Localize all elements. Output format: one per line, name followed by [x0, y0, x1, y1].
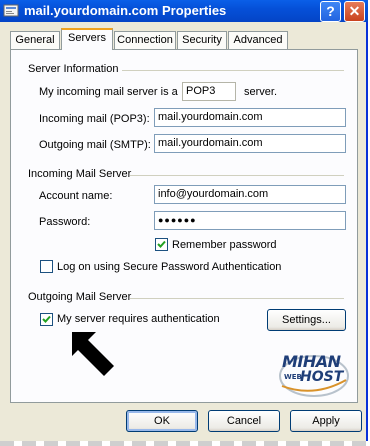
- remember-password-label[interactable]: Remember password: [172, 239, 277, 251]
- tab-advanced[interactable]: Advanced: [228, 31, 288, 49]
- background-window-edge: [0, 441, 368, 446]
- spa-checkbox[interactable]: [40, 260, 53, 273]
- incoming-type-suffix: server.: [244, 86, 278, 98]
- requires-auth-label[interactable]: My server requires authentication: [57, 313, 220, 325]
- tab-servers[interactable]: Servers: [61, 28, 113, 50]
- properties-dialog: mail.yourdomain.com Properties ? ✕ Gener…: [0, 0, 368, 446]
- spa-label[interactable]: Log on using Secure Password Authenticat…: [57, 261, 281, 273]
- server-information-title: Server Information: [28, 63, 119, 75]
- incoming-mail-server-title: Incoming Mail Server: [28, 168, 132, 180]
- outgoing-mail-server-title: Outgoing Mail Server: [28, 291, 132, 303]
- password-label: Password:: [39, 216, 91, 228]
- incoming-type-prefix: My incoming mail server is a: [39, 86, 178, 98]
- group-divider: [122, 70, 344, 71]
- outgoing-mail-label: Outgoing mail (SMTP):: [39, 139, 151, 151]
- account-name-field[interactable]: info@yourdomain.com: [154, 185, 346, 204]
- requires-auth-checkbox[interactable]: [40, 313, 53, 326]
- tab-general[interactable]: General: [10, 31, 60, 49]
- incoming-mail-field[interactable]: mail.yourdomain.com: [154, 108, 346, 127]
- ok-button[interactable]: OK: [126, 410, 198, 432]
- window-title: mail.yourdomain.com Properties: [24, 3, 227, 18]
- group-divider: [130, 298, 344, 299]
- pointer-arrow-icon: [72, 332, 114, 376]
- close-button[interactable]: ✕: [344, 1, 365, 22]
- server-type-field: POP3: [182, 82, 236, 101]
- password-field[interactable]: ●●●●●●: [154, 211, 346, 230]
- checkmark-icon: [42, 315, 51, 323]
- tab-security[interactable]: Security: [177, 31, 227, 49]
- remember-password-checkbox[interactable]: [155, 238, 168, 251]
- tab-connection[interactable]: Connection: [114, 31, 176, 49]
- cancel-button[interactable]: Cancel: [208, 410, 280, 432]
- outgoing-mail-field[interactable]: mail.yourdomain.com: [154, 134, 346, 153]
- logo-line2b: HOST: [300, 369, 344, 385]
- mihan-webhost-logo: MIHAN WEB HOST: [276, 346, 352, 400]
- group-divider: [130, 175, 344, 176]
- help-button[interactable]: ?: [320, 1, 341, 22]
- checkmark-icon: [157, 240, 166, 248]
- title-bar[interactable]: mail.yourdomain.com Properties ? ✕: [0, 0, 368, 22]
- mail-account-icon: [3, 4, 19, 17]
- incoming-mail-label: Incoming mail (POP3):: [39, 113, 150, 125]
- apply-button[interactable]: Apply: [290, 410, 362, 432]
- settings-button[interactable]: Settings...: [267, 309, 346, 331]
- account-name-label: Account name:: [39, 190, 113, 202]
